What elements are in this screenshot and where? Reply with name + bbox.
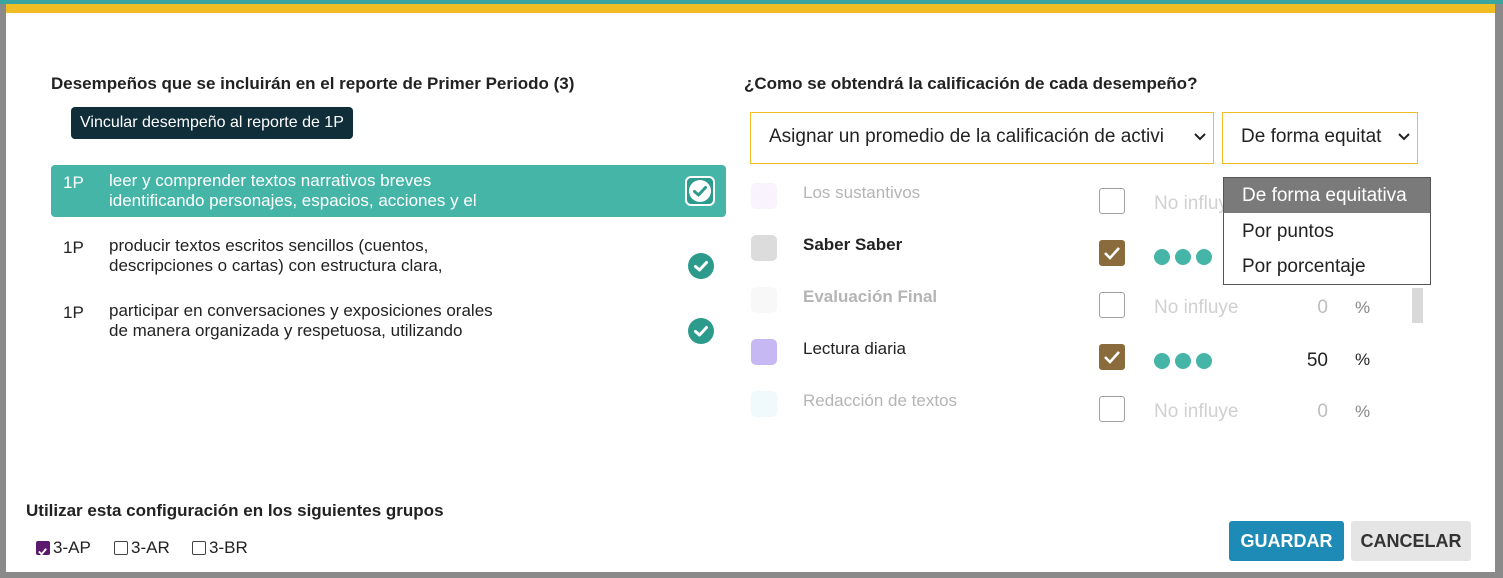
dropdown-option[interactable]: Por porcentaje (1224, 249, 1430, 284)
activities-scrollbar[interactable] (1412, 288, 1423, 323)
weight-mode-dropdown: De forma equitativa Por puntos Por porce… (1223, 177, 1431, 285)
activity-name: Redacción de textos (803, 391, 958, 410)
weight-dot (1154, 249, 1170, 265)
group-checkbox[interactable] (192, 541, 206, 555)
check-circle-icon[interactable] (688, 318, 714, 344)
weight-dot (1196, 353, 1212, 369)
activity-checkbox[interactable] (1099, 396, 1125, 422)
weight-mode-select[interactable]: De forma equitat (1222, 112, 1418, 164)
performance-code: 1P (63, 238, 84, 257)
performance-text-line: identificando personajes, espacios, acci… (109, 191, 477, 210)
activity-color-swatch (751, 183, 777, 209)
activity-row-clipped: Redacción de textos No influye 0 % (6, 383, 1426, 426)
report-config-dialog: Desempeños que se incluirán en el report… (6, 4, 1495, 572)
performance-text-line: participar en conversaciones y exposicio… (109, 301, 493, 320)
activity-name: Lectura diaria (803, 339, 907, 358)
percent-sign: % (1355, 350, 1371, 369)
weight-dot (1175, 353, 1191, 369)
chevron-down-icon (1397, 128, 1411, 150)
percent-sign: % (1355, 298, 1371, 317)
check-circle-icon[interactable] (688, 253, 714, 279)
group-checkbox[interactable] (114, 541, 128, 555)
group-option[interactable]: 3-BR (192, 538, 248, 558)
performance-text-line: de manera organizada y respetuosa, utili… (109, 321, 463, 340)
no-influence-label: No influye (1154, 297, 1239, 318)
link-performance-button[interactable]: Vincular desempeño al reporte de 1P (71, 107, 353, 139)
grading-method-title: ¿Como se obtendrá la calificación de cad… (744, 74, 1198, 93)
activity-name: Saber Saber (803, 235, 903, 254)
weight-dot (1196, 249, 1212, 265)
performance-text-line: descripciones o cartas) con estructura c… (109, 256, 443, 275)
weight-dot (1175, 249, 1191, 265)
activity-name: Los sustantivos (803, 183, 921, 202)
group-option[interactable]: 3-AR (114, 538, 170, 558)
performance-row[interactable]: 1P participar en conversaciones y exposi… (51, 295, 726, 347)
selected-check-icon[interactable] (685, 176, 715, 206)
percentage-value[interactable]: 50 (1288, 350, 1328, 372)
weight-dots (1154, 353, 1212, 369)
grading-method-select[interactable]: Asignar un promedio de la calificación d… (750, 112, 1214, 164)
cancel-button[interactable]: CANCELAR (1351, 521, 1471, 561)
activity-color-swatch (751, 235, 777, 261)
percent-sign: % (1355, 402, 1371, 421)
group-option[interactable]: 3-AP (36, 538, 91, 558)
performance-text-line: producir textos escritos sencillos (cuen… (109, 236, 429, 255)
dropdown-option[interactable]: De forma equitativa (1224, 178, 1430, 213)
activity-checkbox[interactable] (1099, 240, 1125, 266)
grading-method-value: Asignar un promedio de la calificación d… (769, 126, 1164, 147)
percentage-value[interactable]: 0 (1288, 297, 1328, 319)
weight-dot (1154, 353, 1170, 369)
activity-color-swatch (751, 391, 777, 417)
group-label: 3-AR (131, 538, 170, 557)
chevron-down-icon (1193, 128, 1207, 150)
performances-title: Desempeños que se incluirán en el report… (51, 74, 575, 93)
activity-color-swatch (751, 287, 777, 313)
performance-text-line: leer y comprender textos narrativos brev… (109, 171, 432, 190)
weight-mode-value: De forma equitat (1241, 126, 1382, 147)
activity-checkbox[interactable] (1099, 292, 1125, 318)
performance-code: 1P (63, 303, 84, 322)
activity-checkbox[interactable] (1099, 344, 1125, 370)
weight-dots (1154, 249, 1212, 265)
performance-code: 1P (63, 173, 84, 192)
group-label: 3-AP (53, 538, 91, 557)
activity-name: Evaluación Final (803, 287, 938, 306)
performance-row[interactable]: 1P producir textos escritos sencillos (c… (51, 230, 726, 282)
group-label: 3-BR (209, 538, 248, 557)
activity-color-swatch (751, 339, 777, 365)
performance-row[interactable]: 1P leer y comprender textos narrativos b… (51, 165, 726, 217)
no-influence-label: No influye (1154, 401, 1239, 422)
save-button[interactable]: GUARDAR (1229, 521, 1344, 561)
dropdown-option[interactable]: Por puntos (1224, 214, 1430, 249)
percentage-value[interactable]: 0 (1288, 401, 1328, 423)
groups-title: Utilizar esta configuración en los sigui… (26, 501, 444, 520)
activity-checkbox[interactable] (1099, 188, 1125, 214)
group-checkbox[interactable] (36, 541, 50, 556)
